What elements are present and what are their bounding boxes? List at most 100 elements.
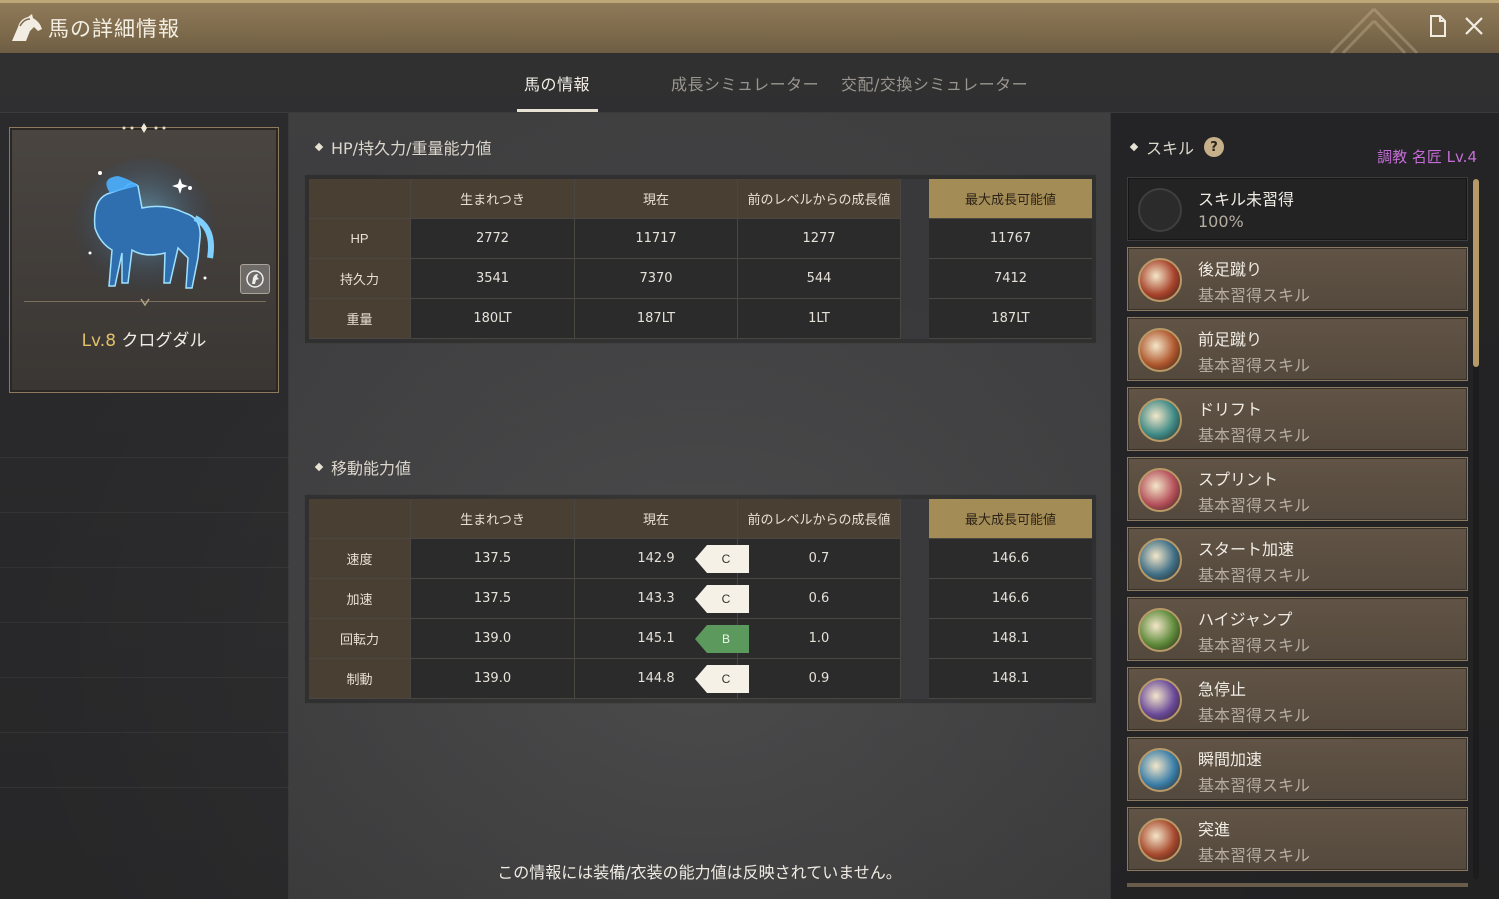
movement-table: 生まれつき 現在 前のレベルからの成長値 最大成長可能値 速度 137.5 14…	[304, 494, 1097, 704]
accel-growth: 0.6	[738, 579, 901, 619]
start-accel-icon	[1138, 538, 1182, 582]
skills-panel: スキル ? 調教 名匠 Lv.4 スキル未習得 100% 後足蹴り 基本習得スキル 前足…	[1110, 113, 1499, 899]
col-innate: 生まれつき	[411, 179, 575, 219]
background-rows	[0, 403, 289, 788]
skill-item[interactable]: スキル未習得 100%	[1127, 177, 1468, 241]
skill-item[interactable]: スプリント基本習得スキル	[1127, 457, 1468, 521]
row-label-weight: 重量	[309, 299, 411, 339]
col-max: 最大成長可能値	[929, 179, 1092, 219]
move-section-title: 移動能力値	[314, 455, 411, 479]
row-label-acceleration: 加速	[309, 579, 411, 619]
brake-growth: 0.9	[738, 659, 901, 699]
next-skill-peek	[1127, 883, 1468, 887]
turning-max: 148.1	[929, 619, 1092, 659]
skill-item[interactable]: 急停止基本習得スキル	[1127, 667, 1468, 731]
window-title: 馬の詳細情報	[48, 17, 180, 41]
stamina-growth: 544	[738, 259, 901, 299]
decorative-diamond	[1329, 7, 1419, 55]
turning-growth: 1.0	[738, 619, 901, 659]
brake-innate: 139.0	[411, 659, 575, 699]
hp-max: 11767	[929, 219, 1092, 259]
stamina-max: 7412	[929, 259, 1092, 299]
skill-item[interactable]: ハイジャンプ 基本習得スキル	[1127, 597, 1468, 661]
turning-innate: 139.0	[411, 619, 575, 659]
skill-name: スプリント	[1198, 470, 1279, 489]
empty-slot-icon	[1138, 188, 1182, 232]
horse-head-icon	[4, 8, 48, 48]
weight-innate: 180LT	[411, 299, 575, 339]
front-kick-icon	[1138, 328, 1182, 372]
skill-name: 後足蹴り	[1198, 260, 1263, 279]
skill-subtitle: 基本習得スキル	[1198, 636, 1311, 655]
row-label-turning: 回転力	[309, 619, 411, 659]
row-label-speed: 速度	[309, 539, 411, 579]
drift-icon	[1138, 398, 1182, 442]
appearance-swap-button[interactable]	[240, 264, 270, 294]
skill-subtitle: 基本習得スキル	[1198, 286, 1311, 305]
crest-decoration	[122, 123, 166, 133]
hp-growth: 1277	[738, 219, 901, 259]
close-icon[interactable]	[1463, 13, 1485, 39]
skill-list: スキル未習得 100% 後足蹴り 基本習得スキル 前足蹴り 基本習得スキル ドリフト 基本習得…	[1127, 177, 1469, 883]
skills-title: スキル ?	[1129, 135, 1225, 159]
horse-level: Lv.8	[81, 331, 117, 351]
help-icon[interactable]: ?	[1204, 137, 1225, 157]
skill-subtitle: 基本習得スキル	[1198, 356, 1311, 375]
stamina-innate: 3541	[411, 259, 575, 299]
skill-scrollbar[interactable]	[1473, 179, 1479, 879]
skill-subtitle: 基本習得スキル	[1198, 776, 1311, 795]
tab-bar: 馬の情報 成長シミュレーター 交配/交換シミュレーター	[0, 53, 1499, 113]
skill-item[interactable]: ドリフト基本習得スキル	[1127, 387, 1468, 451]
col-max: 最大成長可能値	[929, 499, 1092, 539]
weight-growth: 1LT	[738, 299, 901, 339]
left-panel: Lv.8 クログダル	[0, 113, 289, 899]
accel-innate: 137.5	[411, 579, 575, 619]
skill-subtitle: 100%	[1198, 212, 1244, 231]
instant-accel-icon	[1138, 748, 1182, 792]
tab-breeding-simulator[interactable]: 交配/交換シミュレーター	[841, 71, 1028, 95]
sudden-stop-icon	[1138, 678, 1182, 722]
document-icon[interactable]	[1427, 13, 1449, 39]
skill-name: スタート加速	[1198, 540, 1295, 559]
col-growth: 前のレベルからの成長値	[738, 179, 901, 219]
skill-name: 急停止	[1198, 680, 1247, 699]
weight-max: 187LT	[929, 299, 1092, 339]
skill-item[interactable]: スタート加速 基本習得スキル	[1127, 527, 1468, 591]
tab-growth-simulator[interactable]: 成長シミュレーター	[671, 71, 819, 95]
horse-name: クログダル	[121, 331, 207, 351]
skill-item[interactable]: 前足蹴り基本習得スキル	[1127, 317, 1468, 381]
hp-section-title: HP/持久力/重量能力値	[314, 135, 491, 159]
skill-item[interactable]: 瞬間加速基本習得スキル	[1127, 737, 1468, 801]
weight-current: 187LT	[575, 299, 738, 339]
trainer-level: 調教 名匠 Lv.4	[1377, 148, 1477, 166]
col-current: 現在	[575, 179, 738, 219]
horse-portrait	[75, 158, 215, 298]
accel-max: 146.6	[929, 579, 1092, 619]
horse-card: Lv.8 クログダル	[9, 123, 279, 393]
charge-icon	[1138, 818, 1182, 862]
skill-name: ハイジャンプ	[1198, 610, 1293, 629]
brake-max: 148.1	[929, 659, 1092, 699]
skill-subtitle: 基本習得スキル	[1198, 426, 1311, 445]
skill-subtitle: 基本習得スキル	[1198, 496, 1311, 515]
skill-name: 突進	[1198, 820, 1231, 839]
skill-name: スキル未習得	[1198, 190, 1295, 209]
row-label-brake: 制動	[309, 659, 411, 699]
hp-table: 生まれつき 現在 前のレベルからの成長値 最大成長可能値 HP 2772 117…	[304, 174, 1097, 344]
skill-name: 瞬間加速	[1198, 750, 1263, 769]
sprint-icon	[1138, 468, 1182, 512]
skill-item[interactable]: 後足蹴り基本習得スキル	[1127, 247, 1468, 311]
scrollbar-thumb[interactable]	[1473, 179, 1479, 367]
speed-growth: 0.7	[738, 539, 901, 579]
skill-name: ドリフト	[1198, 400, 1263, 419]
stamina-current: 7370	[575, 259, 738, 299]
skill-name: 前足蹴り	[1198, 330, 1263, 349]
col-innate: 生まれつき	[411, 499, 575, 539]
tab-horse-info[interactable]: 馬の情報	[524, 71, 590, 95]
skill-item[interactable]: 突進 基本習得スキル	[1127, 807, 1468, 871]
divider-mark	[140, 298, 150, 307]
skill-subtitle: 基本習得スキル	[1198, 566, 1311, 585]
footer-note: この情報には装備/衣装の能力値は反映されていません。	[497, 863, 902, 882]
active-tab-indicator	[517, 109, 598, 112]
skill-subtitle: 基本習得スキル	[1198, 706, 1311, 725]
